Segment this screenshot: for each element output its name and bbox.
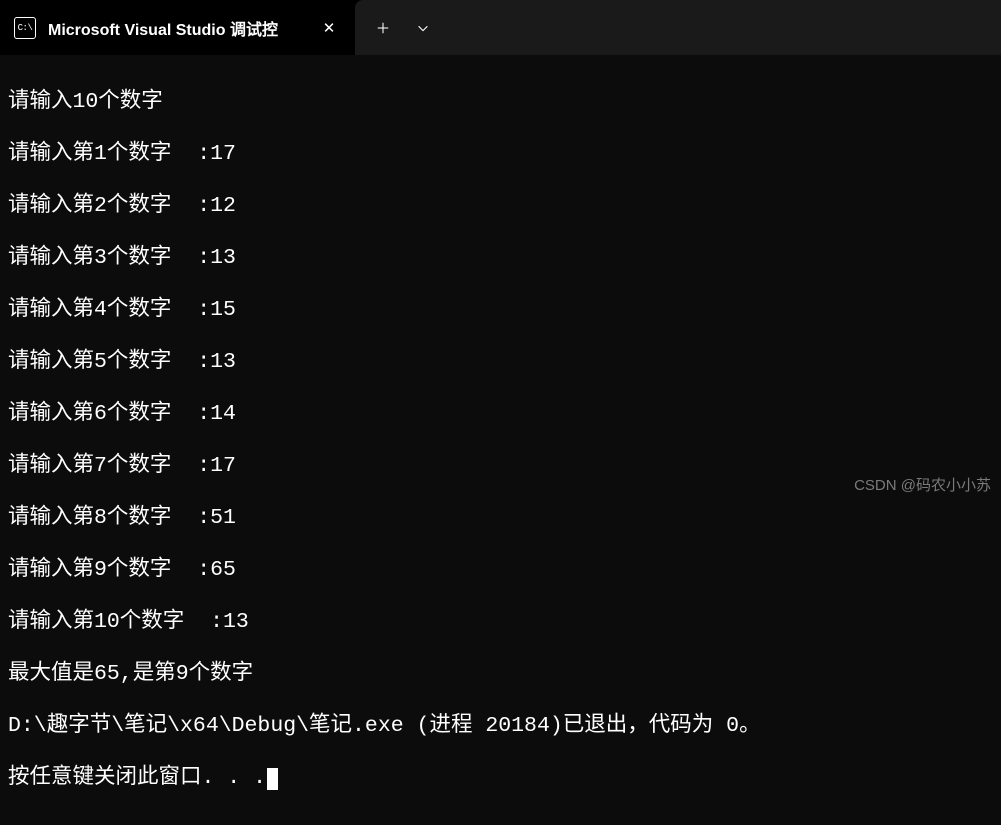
terminal-line: 请输入第7个数字 :17 (8, 453, 993, 479)
terminal-line: 按任意键关闭此窗口. . . (8, 765, 993, 791)
terminal-line: D:\趣字节\笔记\x64\Debug\笔记.exe (进程 20184)已退出… (8, 713, 993, 739)
close-tab-button[interactable]: ✕ (317, 16, 341, 40)
terminal-line: 请输入第10个数字 :13 (8, 609, 993, 635)
terminal-line: 请输入10个数字 (8, 89, 993, 115)
terminal-line: 请输入第4个数字 :15 (8, 297, 993, 323)
terminal-output[interactable]: 请输入10个数字 请输入第1个数字 :17 请输入第2个数字 :12 请输入第3… (0, 55, 1001, 825)
active-tab[interactable]: C:\ Microsoft Visual Studio 调试控 ✕ (0, 0, 355, 55)
new-tab-button[interactable] (363, 8, 403, 48)
watermark: CSDN @码农小小苏 (854, 474, 991, 495)
tab-dropdown-button[interactable] (403, 8, 443, 48)
terminal-line: 请输入第3个数字 :13 (8, 245, 993, 271)
titlebar-actions (355, 0, 1001, 55)
chevron-down-icon (416, 21, 430, 35)
terminal-line: 请输入第2个数字 :12 (8, 193, 993, 219)
terminal-line: 请输入第9个数字 :65 (8, 557, 993, 583)
cursor (267, 768, 278, 790)
terminal-line: 请输入第1个数字 :17 (8, 141, 993, 167)
prompt-text: 按任意键关闭此窗口. . . (8, 766, 266, 790)
tab-title: Microsoft Visual Studio 调试控 (48, 16, 305, 40)
terminal-icon: C:\ (14, 17, 36, 39)
terminal-line: 请输入第8个数字 :51 (8, 505, 993, 531)
terminal-line: 最大值是65,是第9个数字 (8, 661, 993, 687)
terminal-line: 请输入第5个数字 :13 (8, 349, 993, 375)
window-titlebar: C:\ Microsoft Visual Studio 调试控 ✕ (0, 0, 1001, 55)
plus-icon (376, 21, 390, 35)
terminal-line: 请输入第6个数字 :14 (8, 401, 993, 427)
